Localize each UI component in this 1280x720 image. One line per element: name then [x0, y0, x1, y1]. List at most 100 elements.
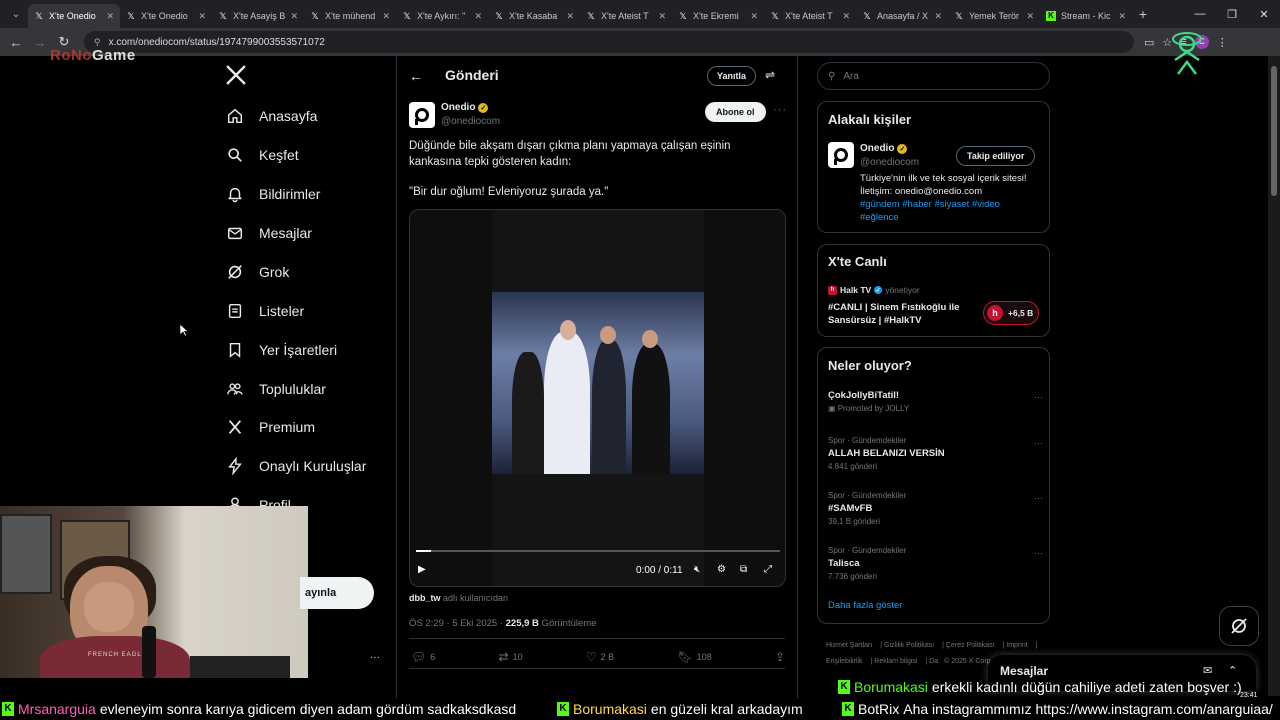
back-arrow-icon[interactable]: ← — [409, 68, 423, 84]
trend-more-icon[interactable]: ··· — [1034, 548, 1043, 558]
new-tab-button[interactable]: + — [1132, 6, 1154, 22]
cast-icon[interactable]: ▭ — [1144, 36, 1154, 49]
x-icon: 𝕏 — [35, 11, 43, 21]
live-listeners-button[interactable]: h +6,5 B — [983, 301, 1039, 325]
browser-tab[interactable]: K Stream - Kic ✕ — [1040, 4, 1132, 28]
like-action[interactable]: ♡ 2 B — [586, 650, 614, 664]
maximize-button[interactable]: ❐ — [1216, 0, 1248, 28]
browser-tab[interactable]: 𝕏 X'te Aykırı: " ✕ — [396, 4, 488, 28]
reply-settings-icon[interactable]: ⇌ — [765, 68, 775, 82]
trend-more-icon[interactable]: ··· — [1034, 438, 1043, 448]
author-handle[interactable]: @onediocom — [441, 116, 500, 127]
search-input[interactable]: ⚲ Ara — [817, 62, 1050, 90]
browser-tab[interactable]: 𝕏 X'te Asayiş B ✕ — [212, 4, 304, 28]
browser-tab[interactable]: 𝕏 X'te Ateist T ✕ — [580, 4, 672, 28]
footer-link[interactable]: Reklam bilgisi — [874, 658, 917, 665]
close-tab-icon[interactable]: ✕ — [566, 11, 574, 22]
bookmark-action[interactable]: 🔖︎ 108 — [677, 650, 711, 664]
nav-item-search[interactable]: Keşfet — [226, 141, 299, 169]
mail-icon — [227, 227, 243, 240]
live-stream-title[interactable]: #CANLI | Sinem Fıstıkoğlu ile Sansürsüz … — [828, 301, 976, 327]
nav-item-grok[interactable]: Grok — [226, 258, 289, 286]
video-progress-bar[interactable] — [416, 550, 780, 552]
reply-action[interactable]: 💬︎ 6 — [411, 650, 435, 664]
pip-icon[interactable]: ⧉ — [740, 564, 747, 575]
related-name[interactable]: Onedio ✓ — [860, 143, 908, 154]
browser-tab[interactable]: 𝕏 X'te Ateist T ✕ — [764, 4, 856, 28]
close-tab-icon[interactable]: ✕ — [934, 11, 942, 22]
browser-tab[interactable]: 𝕏 X'te mühend ✕ — [304, 4, 396, 28]
mute-icon[interactable]: 🔇︎ — [694, 564, 700, 575]
close-tab-icon[interactable]: ✕ — [290, 11, 298, 22]
trend-promoted[interactable]: ÇokJollyBiTatil! ▣ Promoted by JOLLY ··· — [828, 390, 1043, 413]
reply-button[interactable]: Yanıtla — [707, 66, 757, 86]
page-scrollbar[interactable] — [1268, 56, 1280, 696]
footer-link[interactable]: Imprint — [1006, 642, 1027, 649]
browser-tab[interactable]: 𝕏 X'te Kasaba ✕ — [488, 4, 580, 28]
share-action[interactable]: ⇪ — [775, 650, 785, 664]
related-handle[interactable]: @onediocom — [860, 157, 919, 168]
live-host[interactable]: h Halk TV ✓ yönetiyor — [828, 285, 920, 295]
video-settings-icon[interactable]: ⚙ — [717, 564, 726, 575]
browser-menu-icon[interactable]: ⋮ — [1217, 36, 1228, 49]
nav-item-bell[interactable]: Bildirimler — [226, 180, 320, 208]
tab-search-button[interactable]: ⌄ — [4, 4, 28, 24]
footer-link[interactable]: Da — [929, 658, 938, 665]
nav-item-communities[interactable]: Topluluklar — [226, 375, 326, 403]
nav-item-home[interactable]: Anasayfa — [226, 102, 317, 130]
play-icon[interactable]: ▶ — [418, 564, 426, 575]
fullscreen-icon[interactable]: ⤢ — [764, 564, 772, 575]
following-button[interactable]: Takip ediliyor — [956, 146, 1036, 166]
footer-link[interactable]: Çerez Politikası — [946, 642, 995, 649]
post-button[interactable]: ayınla — [300, 577, 374, 609]
trend-more-icon[interactable]: ··· — [1034, 392, 1043, 402]
grok-button[interactable] — [1219, 606, 1259, 646]
close-tab-icon[interactable]: ✕ — [658, 11, 666, 22]
account-more-icon[interactable]: ··· — [370, 652, 380, 663]
back-button[interactable]: ← — [4, 30, 28, 54]
related-avatar[interactable] — [828, 142, 854, 168]
browser-tab[interactable]: 𝕏 X'te Ekremi ✕ — [672, 4, 764, 28]
trend-item[interactable]: Spor · Gündemdekiler Talisca 7.736 gönderi… — [828, 546, 1043, 581]
browser-tab[interactable]: 𝕏 Yemek Terör ✕ — [948, 4, 1040, 28]
forward-button[interactable]: → — [28, 30, 52, 54]
trend-item[interactable]: Spor · Gündemdekiler ALLAH BELANIZI VERSİ… — [828, 436, 1043, 471]
footer-link[interactable]: Erişilebilirlik — [826, 658, 863, 665]
nav-item-bookmark[interactable]: Yer İşaretleri — [226, 336, 337, 364]
repost-action[interactable]: ⇄ 10 — [499, 650, 523, 664]
footer-link[interactable]: Hizmet Şartları — [826, 642, 872, 649]
post-more-icon[interactable]: ··· — [773, 104, 787, 116]
close-window-button[interactable]: ✕ — [1248, 0, 1280, 28]
show-more-link[interactable]: Daha fazla göster — [828, 600, 902, 611]
close-tab-icon[interactable]: ✕ — [382, 11, 390, 22]
site-info-icon[interactable]: ⚲ — [94, 37, 101, 48]
address-bar[interactable]: ⚲ x.com/onediocom/status/197479900355357… — [84, 31, 1134, 53]
close-tab-icon[interactable]: ✕ — [474, 11, 482, 22]
author-name[interactable]: Onedio ✓ — [441, 102, 489, 113]
subscribe-button[interactable]: Abone ol — [705, 102, 766, 122]
nav-item-mail[interactable]: Mesajlar — [226, 219, 312, 247]
post-time[interactable]: ÖS 2:29 · 5 Eki 2025 · — [409, 618, 506, 629]
close-tab-icon[interactable]: ✕ — [1026, 11, 1034, 22]
video-player[interactable]: ▶ 0:00 / 0:11 🔇︎ ⚙ ⧉ ⤢ — [409, 209, 786, 587]
close-tab-icon[interactable]: ✕ — [198, 11, 206, 22]
browser-tab[interactable]: 𝕏 X'te Onedio ✕ — [28, 4, 120, 28]
browser-tab[interactable]: 𝕏 X'te Onedio ✕ — [120, 4, 212, 28]
trend-more-icon[interactable]: ··· — [1034, 493, 1043, 503]
nav-item-x[interactable]: Premium — [226, 413, 315, 441]
close-tab-icon[interactable]: ✕ — [106, 11, 114, 22]
x-logo-icon[interactable] — [225, 64, 247, 86]
footer-link[interactable]: Gizlilik Politikası — [884, 642, 934, 649]
close-tab-icon[interactable]: ✕ — [1118, 11, 1126, 22]
nav-item-list[interactable]: Listeler — [226, 297, 304, 325]
source-user[interactable]: dbb_tw — [409, 593, 441, 603]
close-tab-icon[interactable]: ✕ — [842, 11, 850, 22]
related-hashtags[interactable]: #gündem #haber #siyaset #video #eğlence — [860, 198, 1040, 224]
trend-item[interactable]: Spor · Gündemdekiler #SAMvFB 39,1 B gönder… — [828, 491, 1043, 526]
nav-item-lightning[interactable]: Onaylı Kuruluşlar — [226, 452, 366, 480]
browser-tab[interactable]: 𝕏 Anasayfa / X ✕ — [856, 4, 948, 28]
author-avatar[interactable] — [409, 102, 435, 128]
minimize-button[interactable]: — — [1184, 0, 1216, 28]
close-tab-icon[interactable]: ✕ — [750, 11, 758, 22]
footer-link[interactable]: © 2025 X Corp. — [944, 658, 992, 665]
